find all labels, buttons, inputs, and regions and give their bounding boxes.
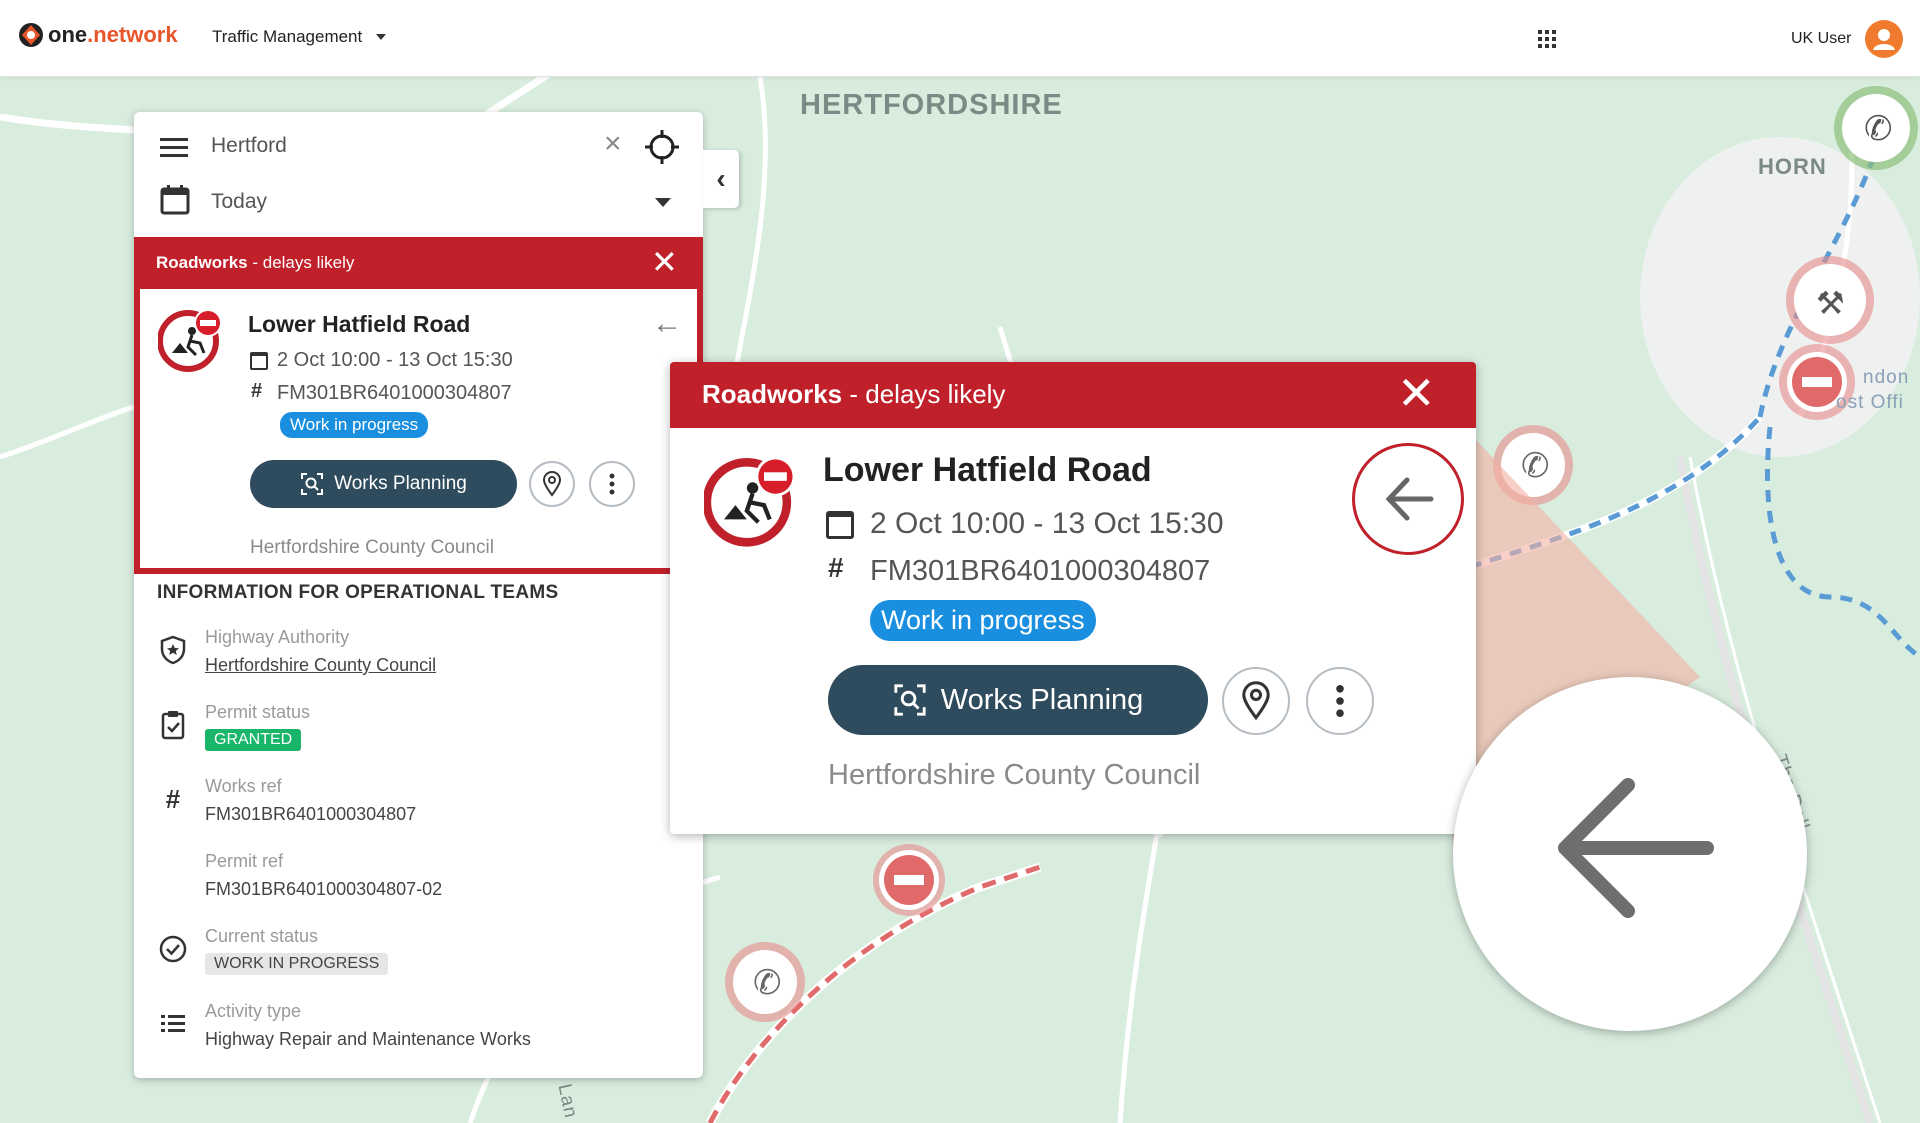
more-vertical-icon [609, 473, 615, 495]
collapse-panel-button[interactable]: ‹ [703, 150, 739, 208]
hash-icon: # [165, 783, 181, 814]
show-on-map-button[interactable] [529, 461, 575, 507]
permit-ref-value: FM301BR6401000304807-02 [205, 879, 443, 899]
chevron-down-icon[interactable] [655, 198, 671, 207]
app-switcher-label: Traffic Management [212, 27, 363, 46]
locate-crosshair-icon[interactable] [645, 130, 679, 164]
hash-icon: # [251, 380, 263, 402]
svg-text:⚒: ⚒ [1816, 284, 1845, 322]
road-name: Lower Hatfield Road [823, 451, 1152, 489]
apps-grid-icon[interactable] [1538, 30, 1556, 48]
hash-icon: # [828, 552, 844, 583]
logo-mark-icon [19, 23, 43, 47]
more-options-button[interactable] [1306, 667, 1374, 735]
alert-title: Roadworks - delays likely [156, 253, 354, 273]
back-arrow-icon [1385, 477, 1434, 521]
works-planning-button[interactable]: Works Planning [250, 460, 517, 508]
info-label: Works ref [205, 776, 282, 796]
svg-text:✆: ✆ [753, 963, 782, 1003]
works-dates: 2 Oct 10:00 - 13 Oct 15:30 [870, 507, 1224, 540]
ops-section-title: INFORMATION FOR OPERATIONAL TEAMS [157, 582, 559, 603]
works-ref-value: FM301BR6401000304807 [205, 804, 417, 824]
info-label: Highway Authority [205, 627, 350, 647]
works-reference: FM301BR6401000304807 [870, 555, 1211, 587]
app-switcher-dropdown[interactable]: Traffic Management [212, 27, 387, 47]
roadworks-alert-header: Roadworks - delays likely ✕ [134, 237, 703, 289]
back-button-highlight[interactable] [1352, 443, 1464, 555]
calendar-icon [250, 352, 268, 370]
road-name: Lower Hatfield Road [248, 311, 471, 337]
map-label-post-office: ost Offi [1836, 392, 1904, 413]
chevron-down-icon [376, 34, 387, 40]
logo-text-network: .network [87, 22, 178, 47]
works-planning-label: Works Planning [940, 683, 1144, 716]
search-document-icon [894, 684, 926, 716]
info-label: Current status [205, 926, 319, 946]
back-arrow-icon[interactable]: ← [652, 307, 682, 341]
alert-suffix: - delays likely [247, 253, 355, 272]
info-label: Permit status [205, 702, 311, 722]
roadworks-sign-icon [704, 456, 796, 547]
highway-authority-link[interactable]: Hertfordshire County Council [205, 655, 436, 676]
top-bar: one .network Traffic Management UK User [0, 0, 1920, 77]
clipboard-check-icon [161, 711, 185, 740]
works-planning-button[interactable]: Works Planning [828, 665, 1208, 735]
zoomed-alert-callout: Roadworks - delays likely ✕ Lower Hatfie… [670, 362, 1476, 834]
zoomed-alert-title: Roadworks - delays likely [702, 379, 1005, 410]
info-label: Activity type [205, 1001, 302, 1021]
search-row: Hertford × [134, 112, 703, 172]
map-label-hertfordshire: HERTFORDSHIRE [800, 89, 1063, 121]
zoomed-alert-type: Roadworks [702, 379, 843, 409]
more-vertical-icon [1336, 685, 1344, 717]
menu-icon[interactable] [160, 138, 188, 158]
zoomed-alert-header: Roadworks - delays likely ✕ [670, 362, 1476, 428]
calendar-icon [160, 185, 190, 215]
authority-name: Hertfordshire County Council [828, 759, 1201, 791]
back-arrow-zoom [1453, 677, 1807, 1031]
works-reference: FM301BR6401000304807 [277, 382, 512, 404]
info-label: Permit ref [205, 851, 284, 871]
roadworks-card: Lower Hatfield Road ← 2 Oct 10:00 - 13 O… [134, 289, 703, 574]
authority-name: Hertfordshire County Council [250, 537, 494, 558]
clear-search-icon[interactable]: × [604, 129, 622, 159]
chevron-left-icon: ‹ [716, 163, 726, 194]
search-document-icon [301, 473, 324, 495]
works-planning-label: Works Planning [334, 473, 467, 494]
map-label-horn: HORN [1758, 154, 1827, 179]
permit-status-badge: GRANTED [205, 729, 302, 751]
status-badge: Work in progress [870, 600, 1096, 641]
status-badge: Work in progress [280, 412, 429, 438]
list-icon [161, 1015, 185, 1032]
side-panel: Hertford × Today Roadworks - delays like… [134, 112, 703, 1078]
roadworks-sign-icon [158, 309, 222, 372]
map-pin-icon [1242, 681, 1270, 721]
check-circle-icon [159, 935, 187, 963]
close-alert-icon[interactable]: ✕ [1397, 370, 1436, 416]
user-name[interactable]: UK User [1791, 30, 1851, 48]
calendar-icon [826, 511, 854, 539]
svg-text:✆: ✆ [1864, 109, 1893, 149]
show-on-map-button[interactable] [1222, 667, 1290, 735]
user-avatar-icon[interactable] [1865, 20, 1903, 58]
shield-star-icon [160, 635, 186, 665]
works-dates: 2 Oct 10:00 - 13 Oct 15:30 [277, 349, 513, 371]
back-arrow-icon [1558, 778, 1714, 918]
current-status-badge: WORK IN PROGRESS [205, 953, 389, 975]
zoomed-alert-suffix: - delays likely [842, 379, 1006, 409]
map-pin-icon [542, 471, 562, 497]
logo-text-one: one [48, 22, 88, 47]
search-input[interactable]: Hertford [211, 134, 287, 158]
activity-type-value: Highway Repair and Maintenance Works [205, 1029, 531, 1049]
alert-type: Roadworks [156, 253, 248, 272]
svg-text:✆: ✆ [1521, 446, 1550, 486]
date-filter-select[interactable]: Today [211, 190, 267, 214]
close-alert-icon[interactable]: ✕ [651, 246, 678, 278]
more-options-button[interactable] [589, 461, 635, 507]
map-label-ndon: ndon [1863, 367, 1910, 388]
one-network-logo[interactable]: one .network [18, 22, 178, 48]
